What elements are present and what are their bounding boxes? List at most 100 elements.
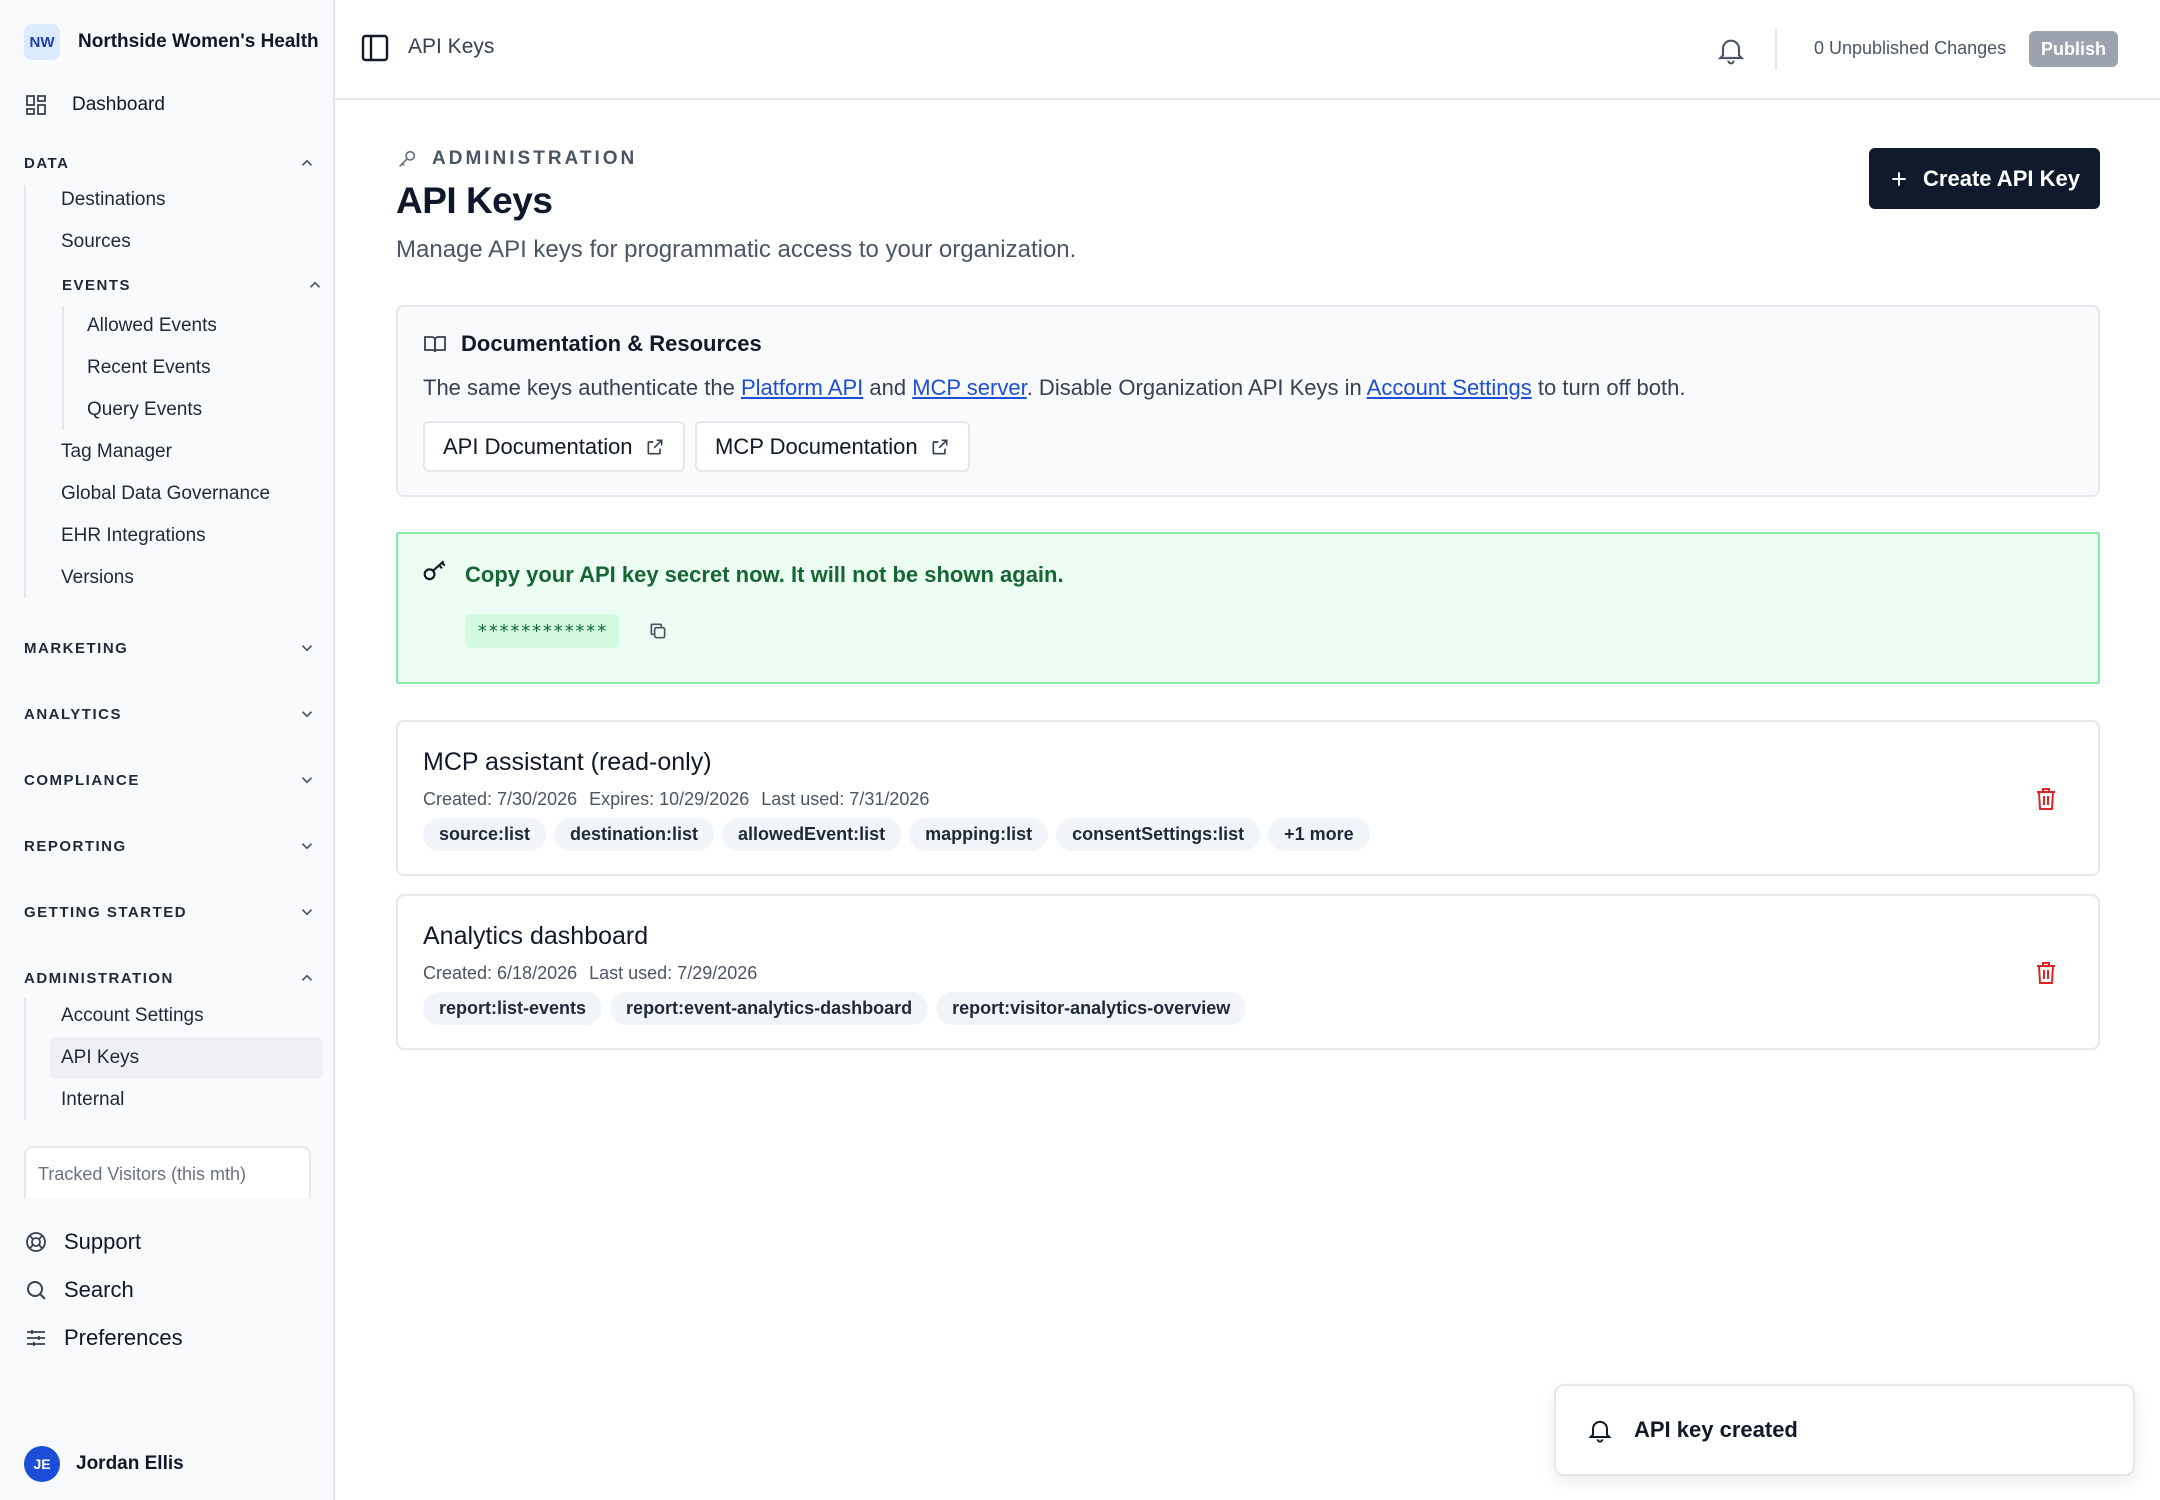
sidebar-item-recent-events[interactable]: Recent Events [87, 351, 211, 385]
sidebar-item-query-events[interactable]: Query Events [87, 393, 202, 427]
api-key-meta: Created: 7/30/2026 Expires: 10/29/2026 L… [423, 789, 929, 810]
section-title: REPORTING [24, 837, 127, 855]
search-link[interactable]: Search [24, 1273, 134, 1307]
lifebuoy-icon [26, 1232, 46, 1252]
section-analytics[interactable]: ANALYTICS [24, 699, 314, 729]
tree-line [24, 185, 26, 598]
section-title: ADMINISTRATION [24, 969, 174, 987]
sidebar-item-tag-manager[interactable]: Tag Manager [61, 435, 172, 469]
platform-api-link[interactable]: Platform API [741, 375, 863, 400]
support-label: Support [64, 1229, 142, 1254]
sidebar-item-destinations[interactable]: Destinations [61, 183, 166, 217]
section-marketing[interactable]: MARKETING [24, 633, 314, 663]
key-icon [399, 150, 416, 167]
org-switcher[interactable]: NW Northside Women's Health [24, 24, 319, 60]
toast-message: API key created [1634, 1417, 1798, 1442]
documentation-title: Documentation & Resources [461, 331, 762, 356]
key-icon [423, 560, 446, 581]
publish-button[interactable]: Publish [2029, 31, 2118, 67]
api-key-last-used: Last used: 7/29/2026 [589, 963, 758, 983]
page-title: API Keys [396, 180, 553, 221]
user-menu[interactable]: JE Jordan Ellis [24, 1446, 184, 1482]
chevron-down-icon [301, 843, 313, 850]
page-subtitle: Manage API keys for programmatic access … [396, 236, 1077, 263]
section-administration[interactable]: ADMINISTRATION [24, 963, 314, 993]
subsection-events[interactable]: EVENTS [62, 270, 324, 300]
plus-icon [1892, 171, 1906, 186]
tracked-visitors-card: Tracked Visitors (this mth) [24, 1146, 311, 1198]
section-compliance[interactable]: COMPLIANCE [24, 765, 314, 795]
chevron-up-icon [309, 281, 321, 288]
api-key-secret-banner: Copy your API key secret now. It will no… [396, 532, 2100, 684]
dashboard-icon [26, 95, 46, 115]
section-title: DATA [24, 154, 70, 172]
sidebar-item-dashboard[interactable]: Dashboard [24, 90, 165, 120]
secret-value[interactable]: ************ [465, 614, 620, 648]
tree-line [24, 998, 26, 1120]
chevron-down-icon [301, 777, 313, 784]
topbar-divider [1775, 28, 1777, 70]
sidebar-item-sources[interactable]: Sources [61, 225, 131, 259]
trash-icon[interactable] [2034, 786, 2058, 812]
sidebar-item-api-keys[interactable]: API Keys [50, 1037, 323, 1079]
sidebar: NW Northside Women's Health Dashboard DA… [0, 0, 335, 1500]
create-api-key-button[interactable]: Create API Key [1869, 148, 2100, 209]
avatar: JE [24, 1446, 60, 1482]
bell-icon [1588, 1420, 1612, 1443]
sidebar-item-internal[interactable]: Internal [61, 1083, 124, 1117]
mcp-documentation-label: MCP Documentation [715, 433, 918, 459]
sidebar-item-versions[interactable]: Versions [61, 561, 134, 595]
section-getting-started[interactable]: GETTING STARTED [24, 897, 314, 927]
chevron-up-icon [301, 159, 313, 166]
api-key-name: MCP assistant (read-only) [423, 748, 712, 776]
section-reporting[interactable]: REPORTING [24, 831, 314, 861]
scope-badge: mapping:list [909, 818, 1049, 851]
scope-badge: report:visitor-analytics-overview [936, 992, 1247, 1025]
api-documentation-label: API Documentation [443, 433, 633, 459]
sidebar-toggle-icon[interactable] [359, 32, 391, 64]
search-label: Search [64, 1277, 134, 1302]
org-name: Northside Women's Health [78, 31, 319, 52]
api-key-created: Created: 6/18/2026 [423, 963, 578, 983]
api-key-expires: Expires: 10/29/2026 [589, 789, 750, 809]
api-documentation-button[interactable]: API Documentation [423, 421, 685, 472]
sidebar-item-label: Dashboard [72, 94, 165, 115]
sidebar-item-global-data-governance[interactable]: Global Data Governance [61, 477, 270, 511]
section-title: GETTING STARTED [24, 903, 188, 921]
support-link[interactable]: Support [24, 1225, 141, 1259]
toast-notification: API key created [1554, 1384, 2135, 1476]
api-key-name: Analytics dashboard [423, 922, 649, 950]
scope-badge: report:event-analytics-dashboard [610, 992, 929, 1025]
api-key-card: Analytics dashboard Created: 6/18/2026 L… [396, 894, 2100, 1050]
docs-text-part: to turn off both. [1531, 375, 1686, 400]
scope-badge: report:list-events [423, 992, 603, 1025]
external-link-icon [932, 439, 948, 454]
mcp-server-link[interactable]: MCP server [912, 375, 1027, 400]
mcp-documentation-button[interactable]: MCP Documentation [695, 421, 970, 472]
scope-badge: source:list [423, 818, 547, 851]
sidebar-item-ehr-integrations[interactable]: EHR Integrations [61, 519, 206, 553]
tracked-visitors-label: Tracked Visitors (this mth) [38, 1164, 247, 1184]
documentation-text: The same keys authenticate the Platform … [423, 375, 1685, 401]
trash-icon[interactable] [2034, 960, 2058, 986]
eyebrow-text: ADMINISTRATION [432, 148, 638, 169]
book-icon [424, 336, 446, 353]
sidebar-item-account-settings[interactable]: Account Settings [61, 999, 204, 1033]
scope-badge: destination:list [554, 818, 715, 851]
account-settings-link[interactable]: Account Settings [1367, 375, 1532, 400]
section-title: ANALYTICS [24, 705, 122, 723]
sidebar-item-allowed-events[interactable]: Allowed Events [87, 309, 217, 343]
preferences-link[interactable]: Preferences [24, 1321, 183, 1355]
docs-text-part: and [863, 375, 913, 400]
user-name: Jordan Ellis [76, 1453, 184, 1474]
copy-icon[interactable] [648, 621, 668, 641]
more-scopes-badge[interactable]: +1 more [1268, 818, 1370, 851]
bell-icon[interactable] [1715, 33, 1747, 67]
tree-line [62, 306, 64, 430]
section-title: MARKETING [24, 639, 129, 657]
section-title: COMPLIANCE [24, 771, 140, 789]
section-data[interactable]: DATA [24, 148, 314, 178]
api-key-scopes: report:list-events report:event-analytic… [423, 992, 1247, 1025]
search-icon [27, 1281, 46, 1300]
unpublished-changes: 0 Unpublished Changes [1814, 38, 2007, 58]
